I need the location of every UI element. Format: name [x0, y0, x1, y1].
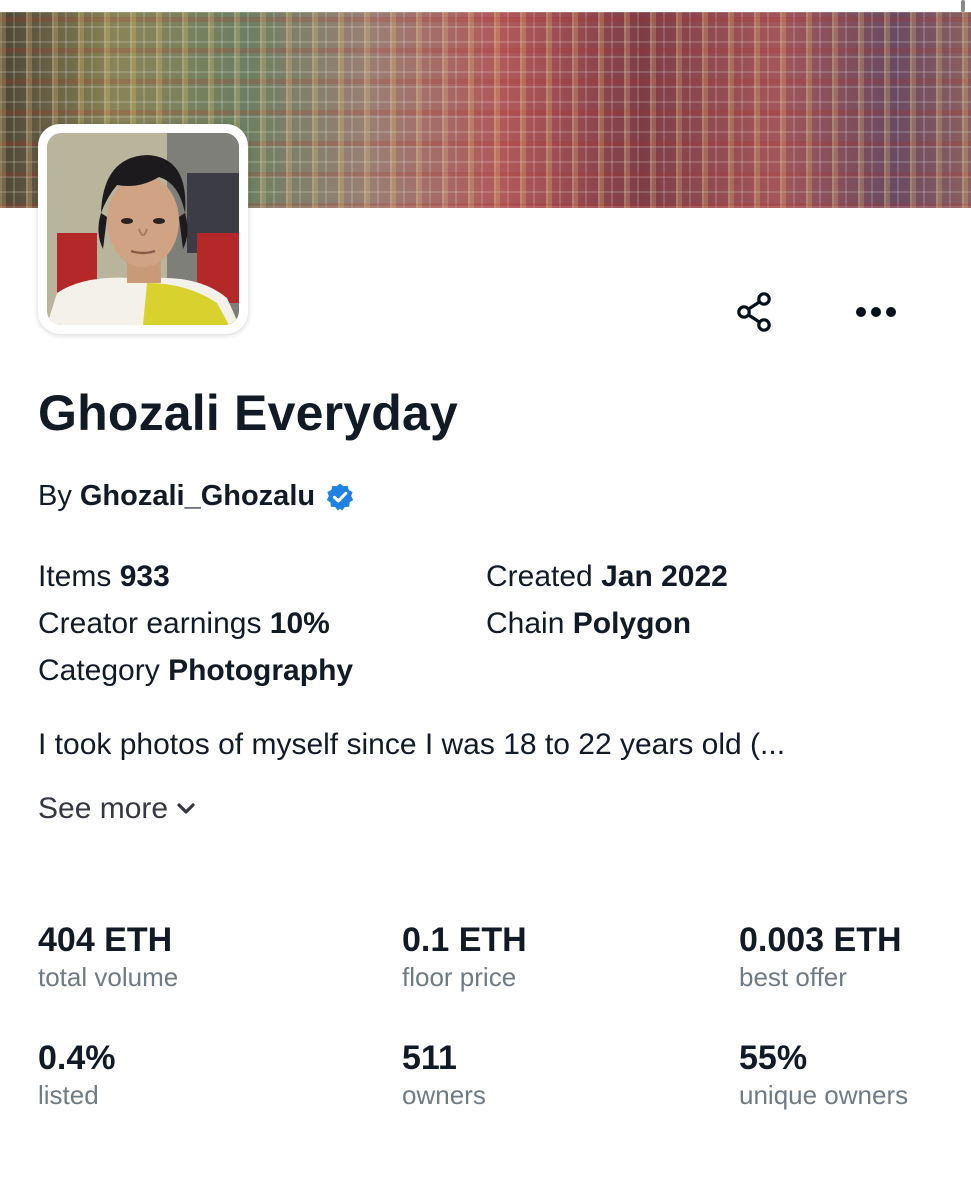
share-icon: [737, 292, 771, 332]
stat-listed[interactable]: 0.4% listed: [38, 1038, 116, 1112]
see-more-label: See more: [38, 792, 169, 825]
collection-title: Ghozali Everyday: [38, 385, 459, 441]
stat-total-volume[interactable]: 404 ETH total volume: [38, 920, 178, 994]
stat-value: 404 ETH: [38, 921, 173, 959]
see-more-button[interactable]: See more: [38, 792, 196, 826]
stat-value: 0.4%: [38, 1039, 116, 1077]
category-value[interactable]: Photography: [168, 654, 353, 687]
creator-link[interactable]: Ghozali_Ghozalu: [80, 480, 315, 513]
creator-earnings-value: 10%: [269, 607, 330, 640]
created-detail: Created Jan 2022: [486, 560, 728, 594]
stat-label: best offer: [739, 962, 847, 992]
stat-floor-price[interactable]: 0.1 ETH floor price: [402, 920, 527, 994]
items-detail: Items 933: [38, 560, 170, 594]
category-detail: Category Photography: [38, 654, 353, 688]
collection-avatar-frame: [38, 124, 248, 334]
stat-label: owners: [402, 1080, 486, 1110]
top-edge: [0, 0, 971, 12]
category-label: Category: [38, 654, 160, 687]
created-value: Jan 2022: [601, 560, 728, 593]
created-label: Created: [486, 560, 593, 593]
creator-byline: By Ghozali_Ghozalu: [38, 480, 355, 513]
stat-label: listed: [38, 1080, 99, 1110]
creator-earnings-label: Creator earnings: [38, 607, 262, 640]
items-label: Items: [38, 560, 112, 593]
verified-badge-icon: [326, 483, 354, 510]
stat-label: floor price: [402, 962, 517, 992]
collection-description: I took photos of myself since I was 18 t…: [38, 728, 786, 761]
stat-owners[interactable]: 511 owners: [402, 1038, 486, 1112]
byline-prefix: By: [38, 480, 72, 512]
chain-value: Polygon: [572, 607, 692, 640]
creator-earnings-detail: Creator earnings 10%: [38, 607, 330, 641]
more-options-button[interactable]: [846, 282, 906, 342]
stat-label: unique owners: [739, 1080, 909, 1110]
stat-label: total volume: [38, 962, 179, 992]
more-options-icon: [856, 307, 896, 317]
chain-label: Chain: [486, 607, 565, 640]
stat-value: 55%: [739, 1039, 808, 1077]
chevron-down-icon: [177, 803, 195, 814]
stat-best-offer[interactable]: 0.003 ETH best offer: [739, 920, 902, 994]
stat-unique-owners[interactable]: 55% unique owners: [739, 1038, 908, 1112]
items-value: 933: [119, 560, 170, 593]
stat-value: 511: [402, 1039, 457, 1077]
collection-avatar: [47, 133, 239, 325]
stat-value: 0.1 ETH: [402, 921, 527, 959]
stat-value: 0.003 ETH: [739, 921, 902, 959]
chain-detail: Chain Polygon: [486, 607, 691, 641]
share-button[interactable]: [724, 282, 784, 342]
